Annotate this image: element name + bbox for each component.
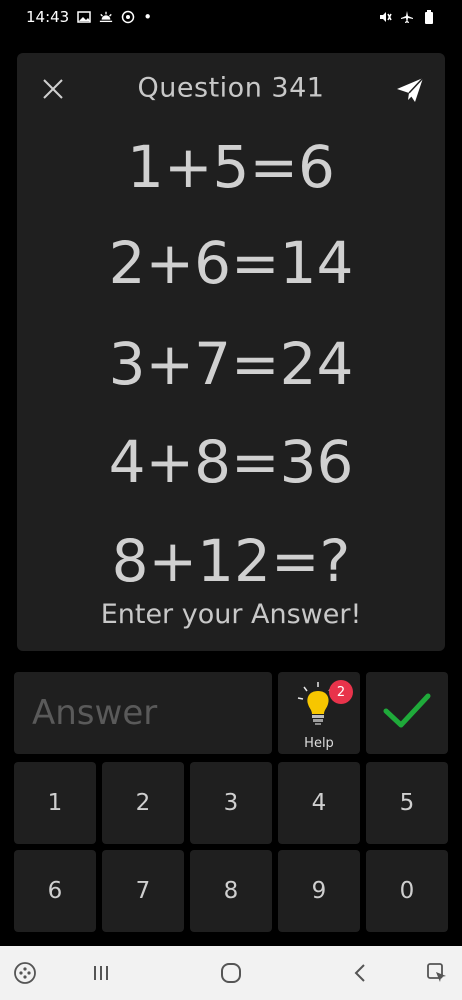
equation-1: 1+5=6 [127,133,335,201]
status-dot: • [143,8,153,26]
question-card: Question 341 1+5=6 2+6=14 3+7=24 4+8=36 … [17,53,445,651]
navigation-bar [0,946,462,1000]
checkmark-icon [383,691,431,735]
recents-icon[interactable] [88,960,114,986]
image-icon [77,10,91,24]
back-icon[interactable] [348,960,374,986]
equation-4: 4+8=36 [108,428,354,496]
key-7[interactable]: 7 [102,850,184,932]
status-left: 14:43 • [26,8,152,26]
equation-2: 2+6=14 [108,229,354,297]
answer-input[interactable] [14,672,272,754]
home-icon[interactable] [218,960,244,986]
equation-5: 8+12=? [111,527,351,595]
key-9[interactable]: 9 [278,850,360,932]
key-1[interactable]: 1 [14,762,96,844]
weather-icon [99,10,113,24]
game-launcher-icon[interactable] [12,960,38,986]
battery-icon [422,10,436,24]
screen-capture-icon[interactable] [424,960,450,986]
equation-3: 3+7=24 [108,330,354,398]
key-6[interactable]: 6 [14,850,96,932]
status-right [378,10,436,24]
help-button[interactable]: 2 Help [278,672,360,754]
send-icon[interactable] [395,75,425,105]
submit-button[interactable] [366,672,448,754]
key-0[interactable]: 0 [366,850,448,932]
question-title: Question 341 [137,72,325,104]
answer-field [14,672,272,754]
key-8[interactable]: 8 [190,850,272,932]
airplane-icon [400,10,414,24]
help-label: Help [304,736,334,751]
key-3[interactable]: 3 [190,762,272,844]
key-2[interactable]: 2 [102,762,184,844]
sync-icon [121,10,135,24]
status-time: 14:43 [26,8,70,26]
answer-prompt: Enter your Answer! [100,599,362,630]
help-count-badge: 2 [329,680,353,704]
status-bar: 14:43 • [0,0,462,34]
key-5[interactable]: 5 [366,762,448,844]
mute-icon [378,10,392,24]
key-4[interactable]: 4 [278,762,360,844]
